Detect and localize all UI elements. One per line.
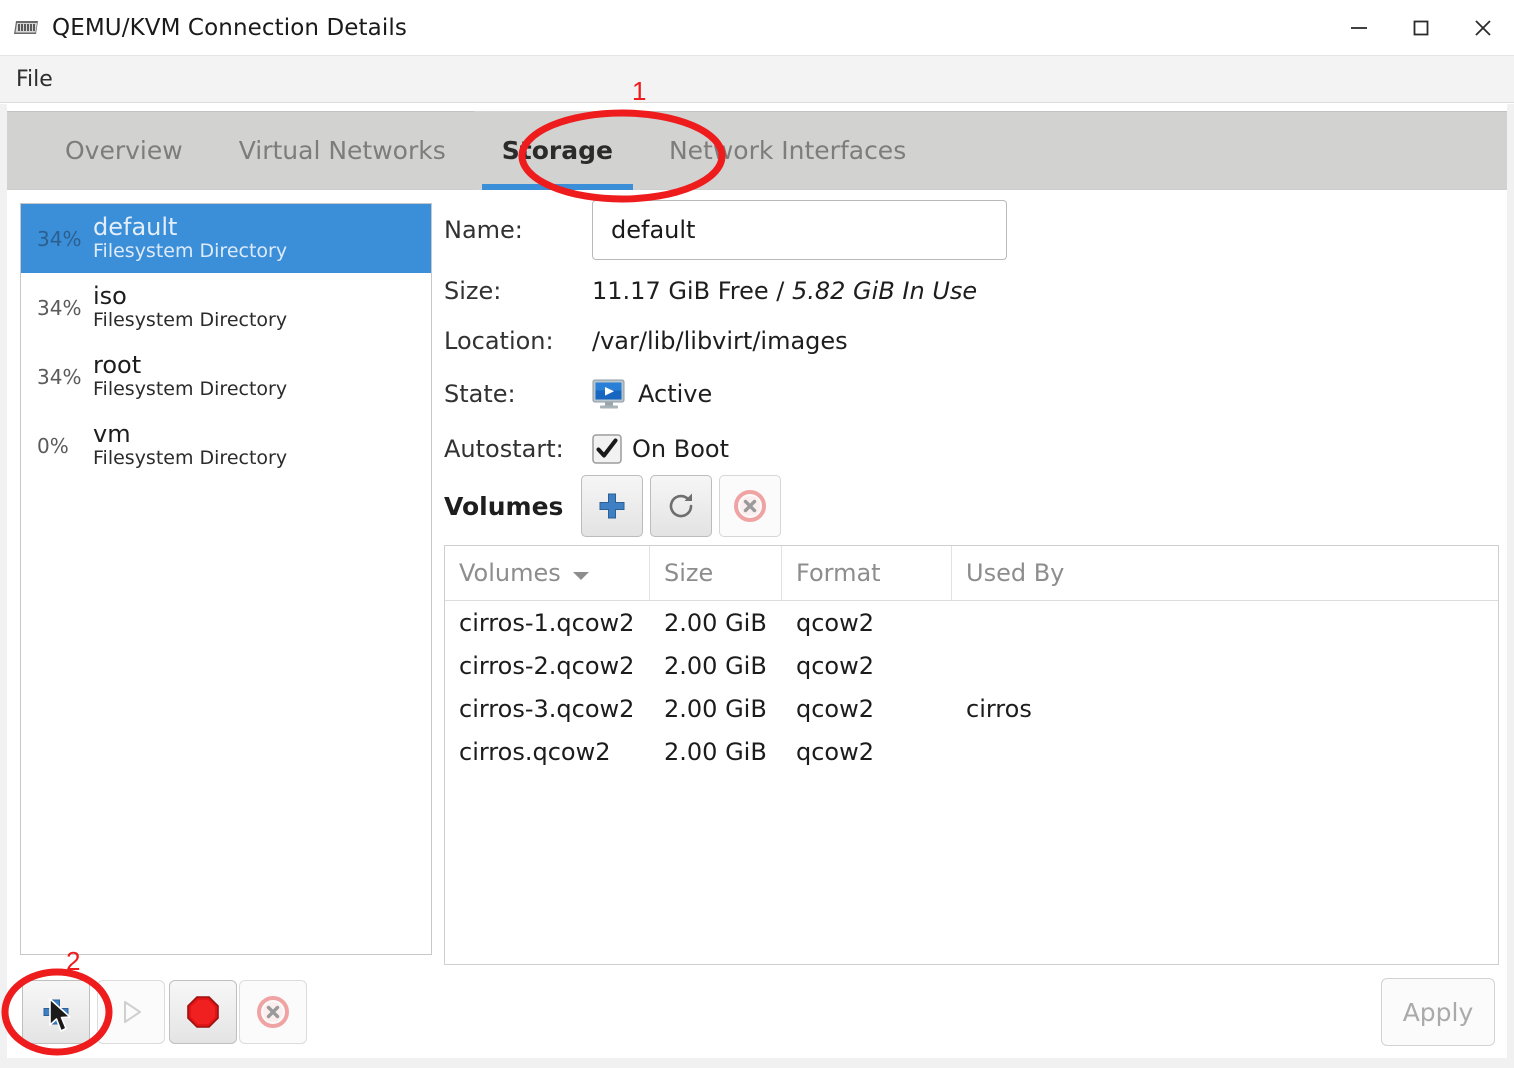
volumes-toolbar: Volumes <box>444 475 788 537</box>
table-row[interactable]: cirros-3.qcow2 2.00 GiB qcow2 cirros <box>445 687 1498 730</box>
annotation-label-1: 1 <box>632 76 646 107</box>
close-icon[interactable] <box>1452 0 1514 55</box>
table-row[interactable]: cirros.qcow2 2.00 GiB qcow2 <box>445 730 1498 773</box>
location-value: /var/lib/libvirt/images <box>592 327 848 355</box>
pool-list-item-default[interactable]: 34% default Filesystem Directory <box>21 204 431 273</box>
app-icon <box>14 18 40 38</box>
pool-name: default <box>93 215 287 240</box>
column-header-format[interactable]: Format <box>782 546 952 600</box>
location-label: Location: <box>444 327 592 355</box>
pool-list-item-vm[interactable]: 0% vm Filesystem Directory <box>21 411 431 480</box>
pool-usage-percent: 34% <box>37 227 93 251</box>
delete-volume-button[interactable] <box>719 475 781 537</box>
volumes-label: Volumes <box>444 492 563 521</box>
menu-item-file[interactable]: File <box>2 67 67 92</box>
cell-volume-size: 2.00 GiB <box>650 609 782 637</box>
table-row[interactable]: cirros-2.qcow2 2.00 GiB qcow2 <box>445 644 1498 687</box>
stop-pool-button[interactable] <box>169 980 237 1044</box>
cell-volume-format: qcow2 <box>782 738 952 766</box>
name-label: Name: <box>444 216 592 244</box>
detail-row-autostart: Autostart: On Boot <box>444 425 1499 472</box>
pool-list-item-iso[interactable]: 34% iso Filesystem Directory <box>21 273 431 342</box>
tab-overview[interactable]: Overview <box>37 111 211 190</box>
delete-circle-icon <box>256 995 290 1029</box>
autostart-label: Autostart: <box>444 435 592 463</box>
pool-type: Filesystem Directory <box>93 380 287 400</box>
autostart-value: On Boot <box>632 435 729 463</box>
pool-name: root <box>93 353 287 378</box>
plus-icon <box>597 491 627 521</box>
cell-volume-format: qcow2 <box>782 609 952 637</box>
cell-volume-name: cirros-3.qcow2 <box>445 695 650 723</box>
delete-circle-icon <box>733 489 767 523</box>
tab-network-interfaces[interactable]: Network Interfaces <box>641 111 934 190</box>
window-title: QEMU/KVM Connection Details <box>52 15 407 41</box>
size-free-text: 11.17 GiB Free / <box>592 277 784 305</box>
detail-row-size: Size: 11.17 GiB Free / 5.82 GiB In Use <box>444 270 1499 312</box>
cell-volume-used-by: cirros <box>952 695 1498 723</box>
storage-tab-content: 34% default Filesystem Directory 34% iso… <box>7 190 1507 1058</box>
volumes-table-header: Volumes Size Format Used By <box>445 546 1498 601</box>
size-label: Size: <box>444 277 592 305</box>
tab-storage[interactable]: Storage <box>474 111 641 190</box>
detail-row-state: State: Active <box>444 370 1499 417</box>
add-volume-button[interactable] <box>581 475 643 537</box>
refresh-volumes-button[interactable] <box>650 475 712 537</box>
detail-row-name: Name: default <box>444 200 1499 260</box>
cell-volume-size: 2.00 GiB <box>650 695 782 723</box>
column-header-size[interactable]: Size <box>650 546 782 600</box>
detail-row-location: Location: /var/lib/libvirt/images <box>444 320 1499 362</box>
cell-volume-name: cirros-2.qcow2 <box>445 652 650 680</box>
pool-name-input[interactable]: default <box>592 200 1007 260</box>
tab-bar: Overview Virtual Networks Storage Networ… <box>7 111 1507 190</box>
add-pool-button[interactable] <box>22 980 90 1044</box>
tab-virtual-networks[interactable]: Virtual Networks <box>211 111 474 190</box>
pool-name: iso <box>93 284 287 309</box>
title-bar: QEMU/KVM Connection Details <box>0 0 1514 55</box>
cell-volume-name: cirros-1.qcow2 <box>445 609 650 637</box>
storage-pool-list[interactable]: 34% default Filesystem Directory 34% iso… <box>20 203 432 955</box>
pool-usage-percent: 34% <box>37 296 93 320</box>
pool-details-panel: Name: default Size: 11.17 GiB Free / 5.8… <box>444 200 1499 480</box>
menu-bar: File <box>0 55 1514 103</box>
window-controls <box>1328 0 1514 55</box>
refresh-icon <box>665 490 697 522</box>
cell-volume-size: 2.00 GiB <box>650 738 782 766</box>
pool-type: Filesystem Directory <box>93 242 287 262</box>
autostart-checkbox[interactable] <box>592 434 622 464</box>
pool-name: vm <box>93 422 287 447</box>
table-row[interactable]: cirros-1.qcow2 2.00 GiB qcow2 <box>445 601 1498 644</box>
maximize-icon[interactable] <box>1390 0 1452 55</box>
pool-list-item-root[interactable]: 34% root Filesystem Directory <box>21 342 431 411</box>
minimize-icon[interactable] <box>1328 0 1390 55</box>
apply-button[interactable]: Apply <box>1381 978 1495 1046</box>
delete-pool-button[interactable] <box>239 980 307 1044</box>
pool-type: Filesystem Directory <box>93 449 287 469</box>
cell-volume-size: 2.00 GiB <box>650 652 782 680</box>
cell-volume-format: qcow2 <box>782 695 952 723</box>
pool-usage-percent: 0% <box>37 434 93 458</box>
column-header-volumes-label: Volumes <box>459 559 561 587</box>
chevron-down-icon <box>573 559 589 587</box>
play-icon <box>117 998 145 1026</box>
stop-octagon-icon <box>186 995 220 1029</box>
pool-type: Filesystem Directory <box>93 311 287 331</box>
size-value: 11.17 GiB Free / 5.82 GiB In Use <box>592 277 977 305</box>
bottom-toolbar: Apply <box>7 966 1507 1058</box>
state-label: State: <box>444 380 592 408</box>
start-pool-button[interactable] <box>97 980 165 1044</box>
active-monitor-icon <box>592 379 628 409</box>
volumes-table[interactable]: Volumes Size Format Used By cirros-1.qco… <box>444 545 1499 965</box>
cell-volume-format: qcow2 <box>782 652 952 680</box>
pool-usage-percent: 34% <box>37 365 93 389</box>
column-header-used-by[interactable]: Used By <box>952 546 1498 600</box>
column-header-volumes[interactable]: Volumes <box>445 546 650 600</box>
plus-icon <box>41 997 71 1027</box>
size-in-use-text: 5.82 GiB In Use <box>792 277 977 305</box>
state-value: Active <box>638 380 712 408</box>
annotation-label-2: 2 <box>66 946 80 977</box>
cell-volume-name: cirros.qcow2 <box>445 738 650 766</box>
